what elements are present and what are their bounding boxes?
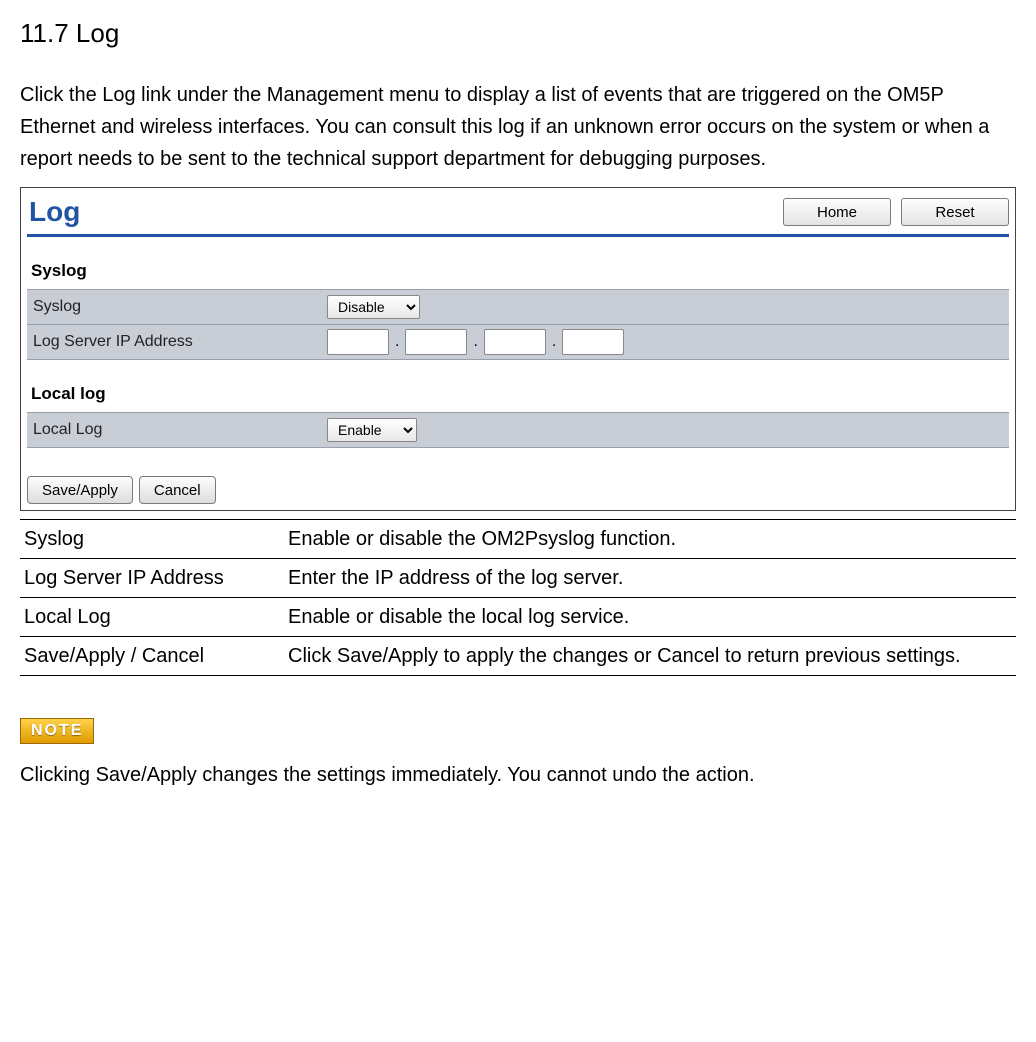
ip-octet-1[interactable] — [327, 329, 389, 355]
desc-term: Local Log — [20, 598, 284, 637]
section-heading: 11.7 Log — [20, 18, 1016, 49]
syslog-section-label: Syslog — [27, 237, 1009, 289]
table-row: Log Server IP Address Enter the IP addre… — [20, 559, 1016, 598]
local-log-row: Local Log Enable — [27, 412, 1009, 448]
log-screenshot: Log Home Reset Syslog Syslog Disable Log… — [20, 187, 1016, 511]
desc-def: Click Save/Apply to apply the changes or… — [284, 637, 1016, 676]
desc-term: Save/Apply / Cancel — [20, 637, 284, 676]
desc-def: Enable or disable the local log service. — [284, 598, 1016, 637]
ip-dot: . — [471, 333, 479, 351]
local-log-label: Local Log — [27, 421, 325, 439]
reset-button[interactable]: Reset — [901, 198, 1009, 226]
table-row: Local Log Enable or disable the local lo… — [20, 598, 1016, 637]
note-badge: NOTE — [20, 718, 94, 744]
table-row: Syslog Enable or disable the OM2Psyslog … — [20, 520, 1016, 559]
ip-octet-4[interactable] — [562, 329, 624, 355]
save-apply-button[interactable]: Save/Apply — [27, 476, 133, 504]
cancel-button[interactable]: Cancel — [139, 476, 216, 504]
syslog-label: Syslog — [27, 298, 325, 316]
log-server-ip-row: Log Server IP Address . . . — [27, 325, 1009, 360]
desc-def: Enable or disable the OM2Psyslog functio… — [284, 520, 1016, 559]
ip-octet-3[interactable] — [484, 329, 546, 355]
log-server-ip-label: Log Server IP Address — [27, 333, 325, 351]
intro-paragraph: Click the Log link under the Management … — [20, 79, 1016, 175]
syslog-row: Syslog Disable — [27, 289, 1009, 325]
note-text: Clicking Save/Apply changes the settings… — [20, 760, 1016, 790]
panel-title: Log — [27, 196, 80, 228]
home-button[interactable]: Home — [783, 198, 891, 226]
ip-dot: . — [393, 333, 401, 351]
desc-def: Enter the IP address of the log server. — [284, 559, 1016, 598]
syslog-select[interactable]: Disable — [327, 295, 420, 319]
table-row: Save/Apply / Cancel Click Save/Apply to … — [20, 637, 1016, 676]
local-log-section-label: Local log — [27, 360, 1009, 412]
ip-dot: . — [550, 333, 558, 351]
local-log-select[interactable]: Enable — [327, 418, 417, 442]
desc-term: Syslog — [20, 520, 284, 559]
ip-octet-2[interactable] — [405, 329, 467, 355]
desc-term: Log Server IP Address — [20, 559, 284, 598]
description-table: Syslog Enable or disable the OM2Psyslog … — [20, 519, 1016, 676]
